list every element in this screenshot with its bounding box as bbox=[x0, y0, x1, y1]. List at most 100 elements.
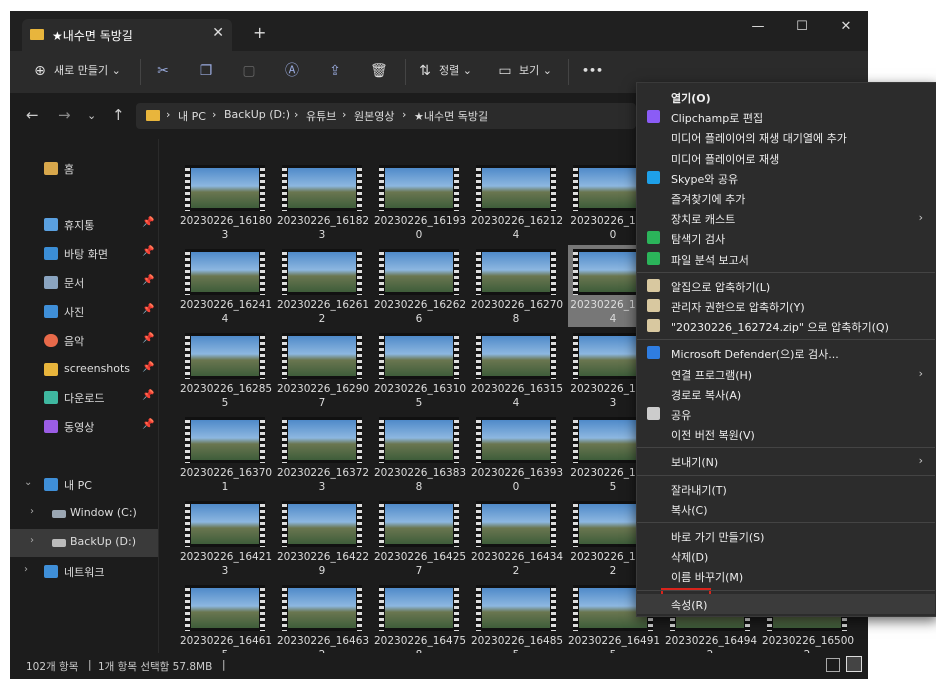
menu-item[interactable]: 이전 버전 복원(V) bbox=[637, 424, 935, 444]
file-tile[interactable]: 20230226_16370 1 bbox=[180, 413, 272, 495]
breadcrumb-source[interactable]: 원본영상 bbox=[354, 108, 394, 124]
menu-item[interactable]: 알집으로 압축하기(L) bbox=[637, 276, 935, 296]
breadcrumb-youtube[interactable]: 유튜브 bbox=[306, 108, 336, 124]
menu-item[interactable]: Microsoft Defender(으)로 검사... bbox=[637, 343, 935, 363]
copy-icon[interactable]: ❐ bbox=[198, 63, 214, 79]
close-button[interactable]: ✕ bbox=[824, 13, 868, 41]
menu-divider bbox=[637, 447, 935, 449]
file-tile[interactable]: 20230226_16421 3 bbox=[180, 497, 272, 579]
new-button[interactable]: 새로 만들기 ⌄ bbox=[54, 61, 121, 81]
chevron-right-icon[interactable]: › bbox=[30, 506, 34, 517]
sidebar-item-desktop[interactable]: 바탕 화면 📌 bbox=[10, 240, 158, 268]
sidebar-item-drive-c[interactable]: › Window (C:) bbox=[10, 500, 158, 528]
file-tile[interactable]: 20230226_16270 8 bbox=[471, 245, 563, 327]
menu-item[interactable]: 즐겨찾기에 추가 bbox=[637, 188, 935, 208]
address-bar[interactable]: › 내 PC › BackUp (D:) › 유튜브 › 원본영상 › ★내수면… bbox=[136, 103, 636, 129]
back-arrow-icon[interactable]: ← bbox=[26, 106, 39, 124]
sidebar-item-this-pc[interactable]: ⌄ 내 PC bbox=[10, 471, 158, 499]
chevron-down-icon[interactable]: ⌄ bbox=[24, 477, 32, 488]
view-button[interactable]: 보기 ⌄ bbox=[519, 61, 552, 81]
up-arrow-icon[interactable]: ↑ bbox=[112, 106, 125, 124]
breadcrumb-drive[interactable]: BackUp (D:) bbox=[224, 108, 290, 121]
menu-item[interactable]: 경로로 복사(A) bbox=[637, 384, 935, 404]
menu-item[interactable]: 파일 분석 보고서 bbox=[637, 249, 935, 269]
sidebar-item-drive-d[interactable]: › BackUp (D:) bbox=[10, 529, 158, 557]
menu-item[interactable]: 보내기(N) › bbox=[637, 451, 935, 471]
file-tile[interactable]: 20230226_16422 9 bbox=[277, 497, 369, 579]
file-tile[interactable]: 20230226_16475 8 bbox=[374, 581, 466, 663]
sidebar-item-documents[interactable]: 문서 📌 bbox=[10, 269, 158, 297]
sidebar-item-screenshots[interactable]: screenshots 📌 bbox=[10, 356, 158, 384]
menu-item[interactable]: 삭제(D) bbox=[637, 546, 935, 566]
menu-item[interactable]: 탐색기 검사 bbox=[637, 228, 935, 248]
sort-button[interactable]: 정렬 ⌄ bbox=[439, 61, 472, 81]
file-tile[interactable]: 20230226_16261 2 bbox=[277, 245, 369, 327]
file-tile[interactable]: 20230226_16485 5 bbox=[471, 581, 563, 663]
menu-item[interactable]: Clipchamp로 편집 bbox=[637, 107, 935, 127]
file-tile[interactable]: 20230226_16285 5 bbox=[180, 329, 272, 411]
file-tile[interactable]: 20230226_16310 5 bbox=[374, 329, 466, 411]
sidebar-item-music[interactable]: 음악 📌 bbox=[10, 327, 158, 355]
sidebar-item-videos[interactable]: 동영상 📌 bbox=[10, 413, 158, 441]
sidebar-item-network[interactable]: › 네트워크 bbox=[10, 558, 158, 586]
sidebar-item-downloads[interactable]: 다운로드 📌 bbox=[10, 384, 158, 412]
menu-item[interactable]: 속성(R) bbox=[637, 593, 935, 614]
chevron-right-icon[interactable]: › bbox=[24, 564, 28, 575]
file-tile[interactable]: 20230226_16262 6 bbox=[374, 245, 466, 327]
tab-close-button[interactable]: ✕ bbox=[212, 25, 224, 41]
file-tile[interactable]: 20230226_16290 7 bbox=[277, 329, 369, 411]
file-tile[interactable]: 20230226_16212 4 bbox=[471, 161, 563, 243]
menu-item[interactable]: 공유 bbox=[637, 404, 935, 424]
new-tab-button[interactable]: + bbox=[253, 23, 266, 42]
file-tile[interactable]: 20230226_16180 3 bbox=[180, 161, 272, 243]
menu-item[interactable]: 장치로 캐스트 › bbox=[637, 208, 935, 228]
rename-icon[interactable]: Ⓐ bbox=[284, 63, 300, 79]
tab-current-folder[interactable]: ★내수면 독방길 ✕ bbox=[22, 19, 232, 51]
breadcrumb-pc[interactable]: 내 PC bbox=[178, 108, 206, 124]
recent-chevron-icon[interactable]: ⌄ bbox=[87, 109, 96, 122]
menu-item[interactable]: 바로 가기 만들기(S) bbox=[637, 526, 935, 546]
pin-icon: 📌 bbox=[142, 333, 155, 344]
menu-item[interactable]: 연결 프로그램(H) › bbox=[637, 364, 935, 384]
cut-icon[interactable]: ✂ bbox=[155, 63, 171, 79]
forward-arrow-icon[interactable]: → bbox=[58, 106, 71, 124]
file-tile[interactable]: 20230226_16463 2 bbox=[277, 581, 369, 663]
file-tile[interactable]: 20230226_16193 0 bbox=[374, 161, 466, 243]
share-icon[interactable]: ⇪ bbox=[327, 63, 343, 79]
menu-item[interactable]: 미디어 플레이어로 재생 bbox=[637, 148, 935, 168]
file-tile[interactable]: 20230226_16241 4 bbox=[180, 245, 272, 327]
menu-item-label: 잘라내기(T) bbox=[671, 483, 727, 497]
paste-icon[interactable]: ▢ bbox=[241, 63, 257, 79]
file-tile[interactable]: 20230226_16383 8 bbox=[374, 413, 466, 495]
menu-item[interactable]: "20230226_162724.zip" 으로 압축하기(Q) bbox=[637, 316, 935, 336]
menu-item[interactable]: Skype와 공유 bbox=[637, 168, 935, 188]
file-tile[interactable]: 20230226_16434 2 bbox=[471, 497, 563, 579]
maximize-button[interactable]: ☐ bbox=[780, 13, 824, 41]
details-view-icon[interactable] bbox=[826, 658, 840, 672]
menu-item-label: Skype와 공유 bbox=[671, 172, 739, 186]
sidebar-item-home[interactable]: 홈 bbox=[10, 155, 158, 183]
file-tile[interactable]: 20230226_16461 5 bbox=[180, 581, 272, 663]
file-tile[interactable]: 20230226_16182 3 bbox=[277, 161, 369, 243]
thumbnail-view-icon[interactable] bbox=[846, 656, 862, 672]
sidebar-item-pictures[interactable]: 사진 📌 bbox=[10, 298, 158, 326]
menu-divider bbox=[637, 522, 935, 523]
breadcrumb-current[interactable]: ★내수면 독방길 bbox=[414, 108, 488, 124]
file-tile[interactable]: 20230226_16425 7 bbox=[374, 497, 466, 579]
menu-item[interactable]: 복사(C) bbox=[637, 499, 935, 519]
more-options-button[interactable]: ••• bbox=[582, 61, 603, 81]
delete-icon[interactable]: 🗑 bbox=[370, 63, 388, 79]
documents-icon bbox=[44, 276, 58, 289]
menu-item[interactable]: 이름 바꾸기(M) bbox=[637, 566, 935, 586]
menu-item[interactable]: 잘라내기(T) bbox=[637, 479, 935, 499]
chevron-right-icon[interactable]: › bbox=[30, 535, 34, 546]
menu-item[interactable]: 열기(O) bbox=[637, 87, 935, 107]
menu-item[interactable]: 관리자 권한으로 압축하기(Y) bbox=[637, 296, 935, 316]
file-tile[interactable]: 20230226_16372 3 bbox=[277, 413, 369, 495]
sidebar-item-recycle[interactable]: 휴지통 📌 bbox=[10, 211, 158, 239]
minimize-button[interactable]: — bbox=[736, 13, 780, 41]
file-tile[interactable]: 20230226_16393 0 bbox=[471, 413, 563, 495]
file-tile[interactable]: 20230226_16315 4 bbox=[471, 329, 563, 411]
menu-item[interactable]: 미디어 플레이어의 재생 대기열에 추가 bbox=[637, 127, 935, 147]
sidebar-item-label: 홈 bbox=[64, 163, 75, 176]
